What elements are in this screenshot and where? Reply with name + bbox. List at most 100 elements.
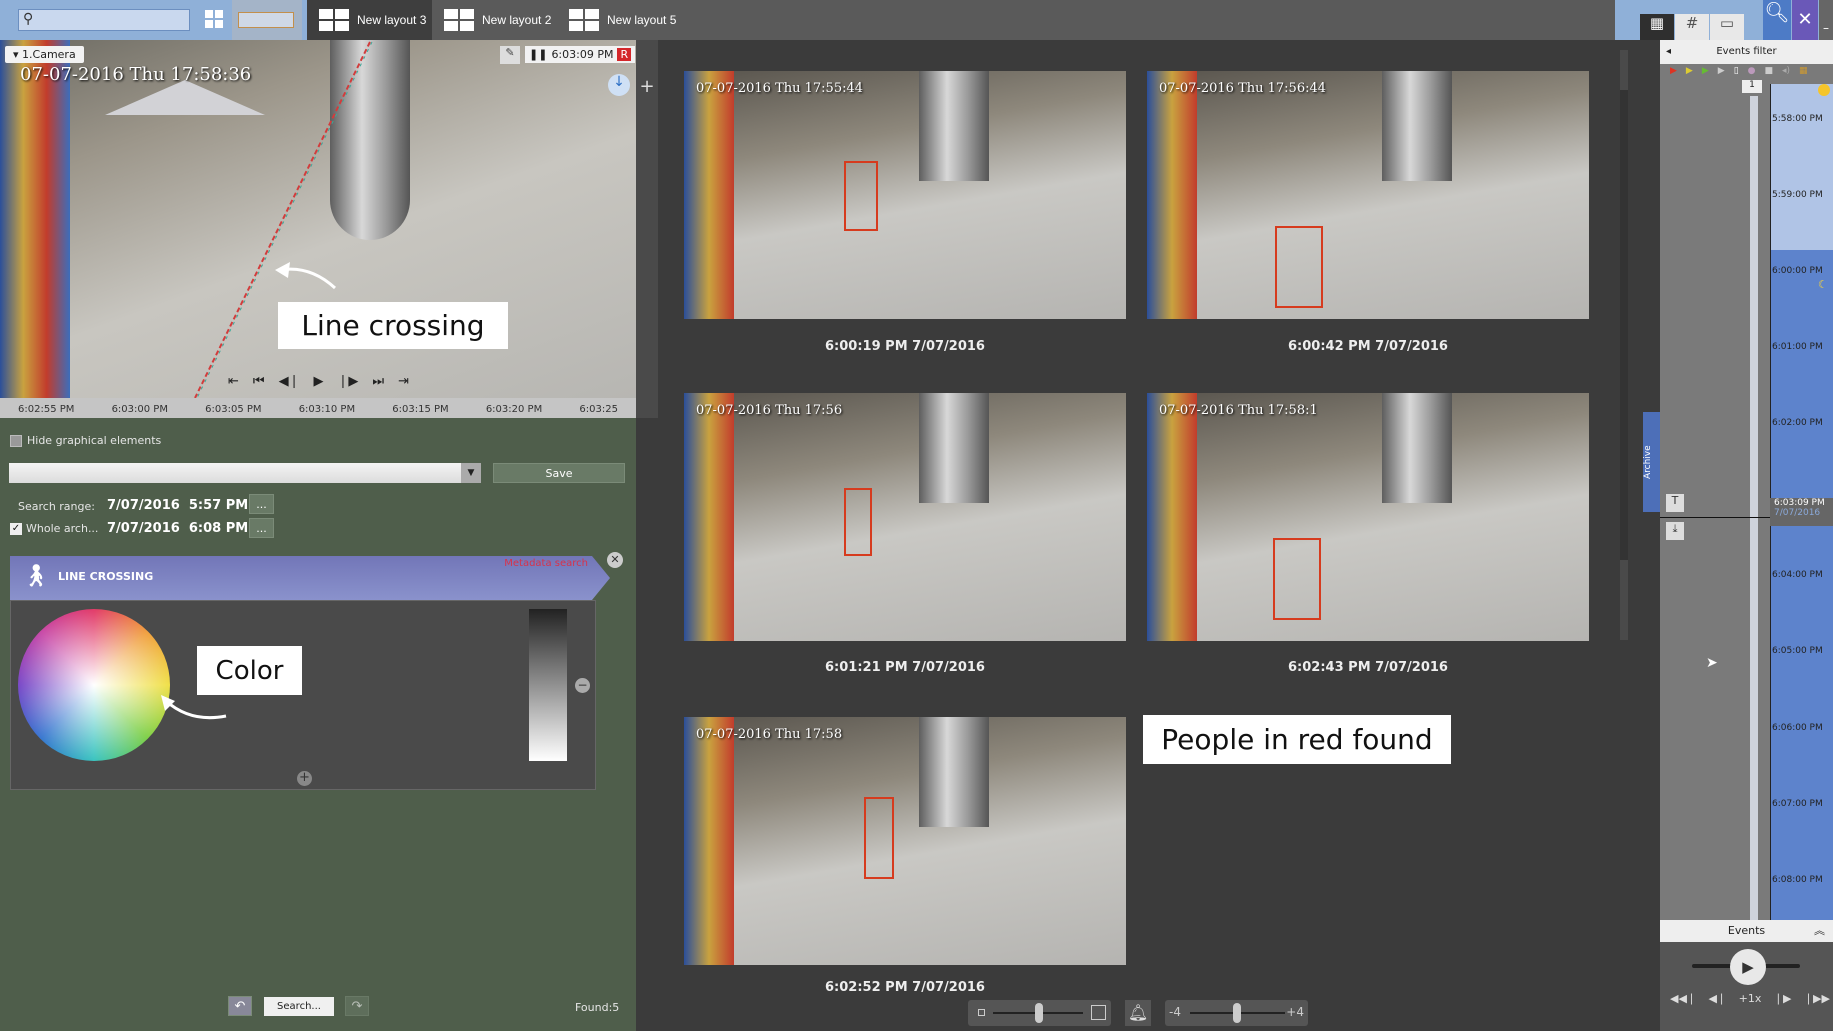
- current-time-marker: 6:03:09 PM 7/07/2016: [1770, 498, 1833, 526]
- camera-osd-timestamp: 07-07-2016 Thu 17:58:36: [20, 64, 252, 85]
- top-bar: ⚲ New layout 3 New layout 2 New layout 5…: [0, 0, 1833, 40]
- pause-icon: ❚❚: [529, 48, 548, 61]
- people-in-red-callout: People in red found: [1143, 715, 1451, 764]
- layouts-menu-button[interactable]: [205, 10, 223, 28]
- result-thumbnail[interactable]: 07-07-2016 Thu 17:56:44: [1147, 71, 1589, 319]
- back-button[interactable]: ↶: [228, 996, 252, 1016]
- sun-icon: [1818, 84, 1830, 96]
- archive-tab[interactable]: Archive: [1643, 412, 1660, 512]
- results-grid: 07-07-2016 Thu 17:55:44 6:00:19 PM 7/07/…: [658, 40, 1628, 995]
- fast-rewind-icon[interactable]: ◀◀❘: [1670, 992, 1696, 1005]
- alarm-green-filter-icon[interactable]: ▶: [1702, 66, 1709, 76]
- events-filter-header: ◂ Events filter: [1660, 40, 1833, 64]
- go-end-icon[interactable]: ⇥: [398, 374, 409, 389]
- search-panel: Hide graphical elements ▼ Save Search ra…: [0, 418, 636, 1031]
- collapse-left-icon[interactable]: ◂: [1666, 40, 1671, 64]
- moon-icon: ☾: [1818, 278, 1828, 291]
- detection-box: [1273, 538, 1321, 620]
- alarm-red-filter-icon[interactable]: ▶: [1670, 66, 1677, 76]
- annotate-button[interactable]: ✎: [500, 46, 520, 64]
- layout-grid-icon: [569, 9, 599, 31]
- line-crossing-header[interactable]: 🚶︎ LINE CROSSING Metadata search: [10, 556, 610, 600]
- alarm-yellow-filter-icon[interactable]: ▶: [1686, 66, 1693, 76]
- chevron-down-icon[interactable]: ▼: [461, 463, 481, 483]
- results-scrollbar[interactable]: [1620, 50, 1628, 640]
- camera-filter-icon[interactable]: ■: [1765, 66, 1774, 76]
- forward-button[interactable]: ↷: [345, 996, 369, 1016]
- fast-forward-icon[interactable]: ❘▶▶: [1804, 992, 1830, 1005]
- hide-graphical-elements[interactable]: Hide graphical elements: [10, 434, 161, 447]
- line-crossing-callout: Line crossing: [278, 302, 508, 349]
- camera-side-toolbar: +: [636, 40, 658, 418]
- range-start: 7/07/2016 5:57 PM: [107, 498, 249, 513]
- brightness-slider[interactable]: [529, 609, 567, 761]
- step-forward-icon[interactable]: ❘▶: [1774, 992, 1792, 1005]
- close-icon[interactable]: ✕: [607, 552, 623, 568]
- preset-combobox[interactable]: ▼: [9, 463, 481, 483]
- timeline-scroll[interactable]: [1750, 96, 1758, 956]
- minimize-button[interactable]: –: [1819, 0, 1833, 40]
- result-thumbnail[interactable]: 07-07-2016 Thu 17:56: [684, 393, 1126, 641]
- current-time-line: [1660, 517, 1770, 518]
- view-single-button[interactable]: ▭: [1710, 14, 1744, 40]
- person-filter-icon[interactable]: ●: [1748, 66, 1756, 76]
- step-forward-icon[interactable]: ❘▶: [338, 374, 359, 389]
- search-button[interactable]: Search...: [264, 997, 334, 1016]
- range-end: 7/07/2016 6:08 PM: [107, 521, 249, 536]
- events-header[interactable]: Events ︽: [1660, 920, 1833, 942]
- page-filter-icon[interactable]: ▯: [1734, 66, 1739, 76]
- thumbnail-size-slider[interactable]: [968, 1000, 1111, 1026]
- result-caption: 6:01:21 PM 7/07/2016: [825, 660, 985, 675]
- offset-slider[interactable]: -4 +4: [1165, 1000, 1308, 1026]
- home-layout-button[interactable]: [232, 0, 302, 40]
- settings-tools-button[interactable]: ✕: [1792, 0, 1818, 40]
- search-icon: ⚲: [23, 11, 34, 27]
- text-tool-icon[interactable]: T: [1666, 494, 1684, 512]
- go-start-icon[interactable]: ⇤: [228, 374, 239, 389]
- view-grid-button[interactable]: ▦: [1640, 14, 1674, 40]
- whole-archive-checkbox[interactable]: ✓ Whole arch...: [10, 522, 98, 535]
- alarm-gray-filter-icon[interactable]: ▶: [1718, 66, 1725, 76]
- event-type-filters: ▶ ▶ ▶ ▶ ▯ ● ■ ◂) ▦: [1670, 66, 1808, 76]
- result-thumbnail[interactable]: 07-07-2016 Thu 17:58: [684, 717, 1126, 965]
- audio-filter-icon[interactable]: ◂): [1782, 66, 1790, 76]
- tab-new-layout-5[interactable]: New layout 5: [557, 0, 1615, 40]
- range-start-picker[interactable]: ...: [249, 494, 274, 514]
- add-icon[interactable]: +: [636, 76, 658, 97]
- tab-new-layout-2[interactable]: New layout 2: [432, 0, 557, 40]
- step-back-icon[interactable]: ◀❘: [1709, 992, 1727, 1005]
- search-mode-button[interactable]: 🔍︎: [1763, 0, 1791, 40]
- step-back-icon[interactable]: ◀❘: [279, 374, 300, 389]
- play-button[interactable]: ▶: [1730, 949, 1766, 985]
- camera-view[interactable]: 07-07-2016 Thu 17:58:36 ▾ 1.Camera ✎ ❚❚ 6…: [0, 40, 636, 398]
- alarm-fullscreen-icon[interactable]: 🔔︎: [1125, 1000, 1151, 1026]
- result-caption: 6:00:19 PM 7/07/2016: [825, 339, 985, 354]
- checkbox[interactable]: [10, 434, 22, 447]
- result-thumbnail[interactable]: 07-07-2016 Thu 17:55:44: [684, 71, 1126, 319]
- fast-rewind-icon[interactable]: ⏮: [253, 374, 265, 389]
- checkmark-icon: ✓: [10, 522, 22, 535]
- expand-up-icon[interactable]: ︽: [1814, 920, 1825, 942]
- range-end-picker[interactable]: ...: [249, 518, 274, 538]
- remove-color-icon[interactable]: −: [575, 678, 590, 693]
- add-condition-icon[interactable]: +: [297, 771, 312, 786]
- download-icon[interactable]: ↓: [608, 74, 630, 96]
- grid-filter-icon[interactable]: ▦: [1799, 66, 1808, 76]
- line-crossing-icon: 🚶︎: [22, 564, 50, 589]
- save-button[interactable]: Save: [493, 463, 625, 483]
- camera-name-dropdown[interactable]: ▾ 1.Camera: [5, 46, 84, 63]
- result-thumbnail[interactable]: 07-07-2016 Thu 17:58:1: [1147, 393, 1589, 641]
- detection-box: [1275, 226, 1323, 308]
- export-icon[interactable]: ⤓: [1666, 522, 1684, 540]
- event-counter: 1: [1742, 80, 1762, 93]
- camera-timeline[interactable]: 6:02:55 PM 6:03:00 PM 6:03:05 PM 6:03:10 PM…: [0, 398, 636, 418]
- detection-box: [844, 161, 878, 231]
- fast-forward-icon[interactable]: ⏭: [372, 374, 384, 389]
- search-input[interactable]: ⚲: [18, 9, 190, 31]
- detection-box: [844, 488, 872, 556]
- result-caption: 6:00:42 PM 7/07/2016: [1288, 339, 1448, 354]
- playback-time-badge[interactable]: ❚❚ 6:03:09 PM R: [525, 46, 636, 63]
- play-icon[interactable]: ▶: [314, 374, 324, 389]
- tab-new-layout-3[interactable]: New layout 3: [307, 0, 432, 40]
- view-hash-button[interactable]: #: [1675, 14, 1709, 40]
